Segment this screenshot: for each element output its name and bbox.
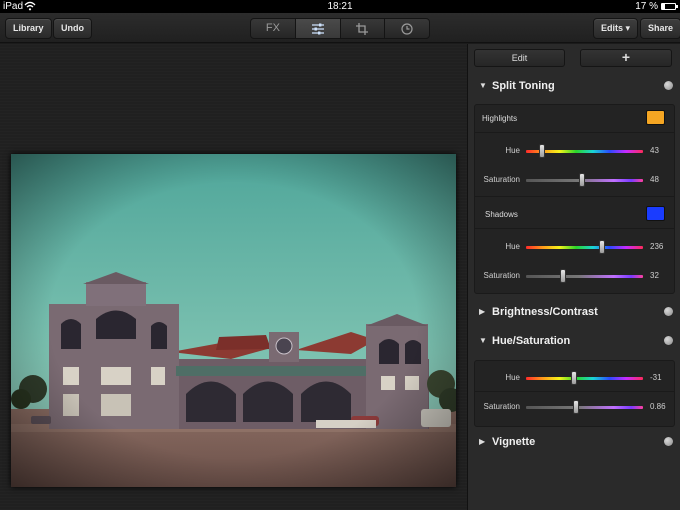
edit-button[interactable]: Edit xyxy=(474,49,565,67)
highlights-hue-thumb[interactable] xyxy=(539,144,546,158)
toolbar: Library Undo FX Edits ▾ Share xyxy=(0,13,680,43)
highlights-color-swatch[interactable] xyxy=(646,110,665,125)
battery-icon xyxy=(661,3,678,10)
section-brightness-contrast[interactable]: ▶ Brightness/Contrast xyxy=(468,303,680,321)
divider xyxy=(474,132,675,133)
share-button[interactable]: Share xyxy=(640,18,680,39)
shadows-saturation-value: 32 xyxy=(650,271,659,280)
library-button[interactable]: Library xyxy=(5,18,52,39)
section-split-toning[interactable]: ▼ Split Toning xyxy=(468,77,680,95)
toggle-dot-icon[interactable] xyxy=(664,307,673,316)
battery-percent: 17 % xyxy=(635,1,658,12)
photo-canvas xyxy=(0,44,467,510)
expanded-arrow-icon: ▼ xyxy=(479,81,487,90)
adjustments-panel: Edit + ▼ Split Toning Highlights Hue 43 … xyxy=(467,44,680,510)
tab-fx-label: FX xyxy=(265,22,280,34)
shadows-hue-value: 236 xyxy=(650,242,664,251)
photo-preview[interactable] xyxy=(11,154,456,487)
hue-thumb[interactable] xyxy=(570,371,577,385)
highlights-hue-value: 43 xyxy=(650,146,659,155)
add-button[interactable]: + xyxy=(580,49,672,67)
shadows-hue-thumb[interactable] xyxy=(599,240,606,254)
tab-fx[interactable]: FX xyxy=(251,19,296,38)
divider xyxy=(474,228,675,229)
divider xyxy=(474,391,675,392)
clock: 18:21 xyxy=(327,1,353,12)
highlights-saturation-thumb[interactable] xyxy=(579,173,586,187)
shadows-hue-slider[interactable] xyxy=(526,246,643,249)
tab-history[interactable] xyxy=(385,19,429,38)
status-bar: iPad 18:21 17 % xyxy=(0,0,680,13)
collapsed-arrow-icon: ▶ xyxy=(479,437,486,446)
shadows-color-swatch[interactable] xyxy=(646,206,665,221)
section-vignette[interactable]: ▶ Vignette xyxy=(468,433,680,451)
hue-slider[interactable] xyxy=(526,377,643,380)
shadows-hue-label: Hue xyxy=(505,242,520,251)
collapsed-arrow-icon: ▶ xyxy=(479,307,486,316)
section-title: Vignette xyxy=(492,436,536,448)
mode-segmented-control: FX xyxy=(250,18,430,39)
shadows-saturation-slider[interactable] xyxy=(526,275,643,278)
highlights-label: Highlights xyxy=(482,114,518,123)
divider xyxy=(474,196,675,197)
saturation-value: 0.86 xyxy=(650,402,666,411)
toggle-dot-icon[interactable] xyxy=(664,81,673,90)
section-title: Brightness/Contrast xyxy=(492,306,598,318)
adjust-sliders-icon xyxy=(311,23,324,35)
saturation-thumb[interactable] xyxy=(573,400,580,414)
shadows-saturation-label: Saturation xyxy=(483,271,520,280)
shadows-saturation-thumb[interactable] xyxy=(560,269,567,283)
crop-icon xyxy=(356,23,369,35)
section-hue-saturation[interactable]: ▼ Hue/Saturation xyxy=(468,332,680,350)
expanded-arrow-icon: ▼ xyxy=(479,336,487,345)
shadows-label: Shadows xyxy=(485,210,518,219)
section-title: Split Toning xyxy=(492,80,555,92)
tab-crop[interactable] xyxy=(341,19,386,38)
highlights-saturation-label: Saturation xyxy=(483,175,520,184)
edits-menu-button[interactable]: Edits ▾ xyxy=(593,18,639,39)
saturation-label: Saturation xyxy=(483,402,520,411)
toggle-dot-icon[interactable] xyxy=(664,336,673,345)
hue-label: Hue xyxy=(505,373,520,382)
hue-value: -31 xyxy=(650,373,662,382)
undo-button[interactable]: Undo xyxy=(53,18,92,39)
toggle-dot-icon[interactable] xyxy=(664,437,673,446)
highlights-saturation-value: 48 xyxy=(650,175,659,184)
tab-adjust[interactable] xyxy=(295,19,341,38)
history-clock-icon xyxy=(401,23,413,35)
section-title: Hue/Saturation xyxy=(492,335,571,347)
highlights-hue-label: Hue xyxy=(505,146,520,155)
saturation-slider[interactable] xyxy=(526,406,643,409)
